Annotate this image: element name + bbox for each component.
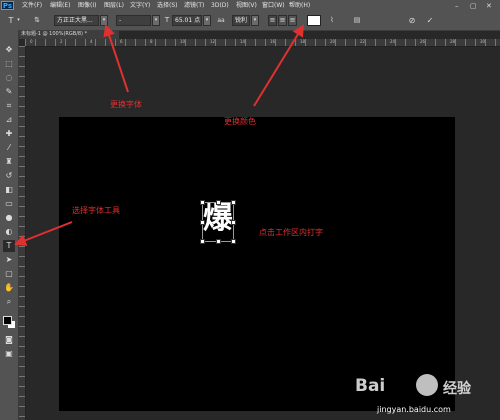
baidu-watermark: Bai 经验 jingyan.baidu.com bbox=[355, 374, 500, 420]
arrow-to-color-swatch bbox=[253, 24, 305, 107]
baidu-jingyan-text: 经验 bbox=[443, 381, 471, 397]
watermark-url: jingyan.baidu.com bbox=[377, 405, 451, 414]
annotation-change-font: 更换字体 bbox=[110, 100, 142, 109]
foreground-color-swatch[interactable] bbox=[3, 316, 12, 325]
baidu-logo-text: Bai bbox=[355, 376, 386, 396]
arrow-to-type-tool bbox=[14, 221, 73, 246]
annotation-change-color: 更换颜色 bbox=[224, 117, 256, 126]
annotation-click-canvas: 点击工作区内打字 bbox=[259, 228, 323, 237]
arrow-to-font-field bbox=[103, 24, 129, 93]
baidu-paw-icon bbox=[416, 374, 438, 396]
annotation-select-type-tool: 选择字体工具 bbox=[72, 206, 120, 215]
